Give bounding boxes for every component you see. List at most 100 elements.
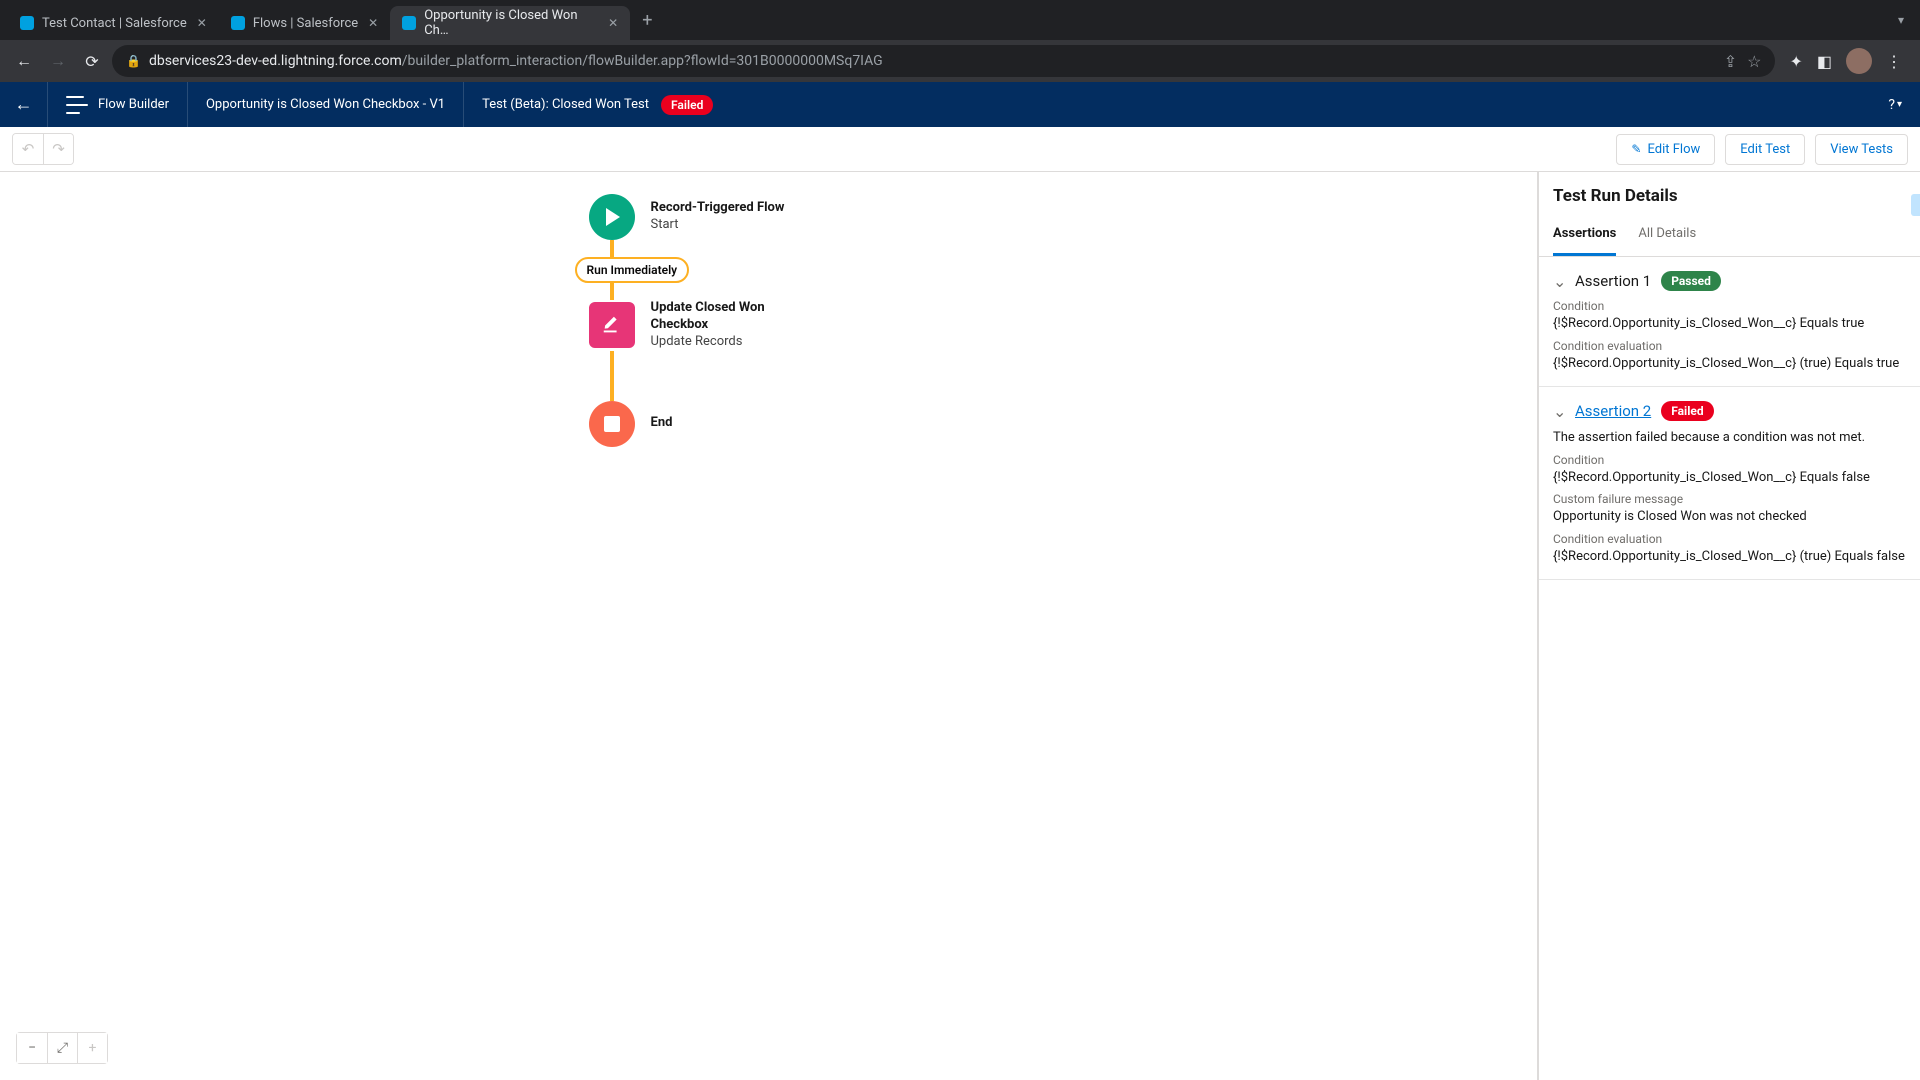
extensions-icon[interactable]: ✦ — [1789, 52, 1802, 71]
run-immediately-badge[interactable]: Run Immediately — [575, 257, 690, 283]
close-icon[interactable]: ✕ — [197, 16, 207, 30]
assertion-2-condition-value: {!$Record.Opportunity_is_Closed_Won__c} … — [1553, 469, 1906, 487]
lock-icon: 🔒 — [126, 54, 141, 68]
browser-tab[interactable]: Flows | Salesforce ✕ — [219, 6, 390, 40]
end-node-title: End — [651, 415, 673, 432]
redo-button[interactable]: ↷ — [43, 134, 73, 164]
close-icon[interactable]: ✕ — [368, 16, 378, 30]
connector — [610, 351, 614, 401]
back-arrow-button[interactable]: ← — [0, 82, 48, 127]
flow-name-crumb[interactable]: Opportunity is Closed Won Checkbox - V1 — [188, 82, 464, 127]
start-node-labels: Record-Triggered Flow Start — [651, 200, 785, 234]
address-bar[interactable]: 🔒 dbservices23-dev-ed.lightning.force.co… — [112, 45, 1775, 77]
assertion-2: ⌄ Assertion 2 Failed The assertion faile… — [1539, 387, 1920, 580]
salesforce-icon — [231, 16, 245, 30]
assertion-2-name[interactable]: Assertion 2 — [1575, 402, 1651, 420]
tab-title: Flows | Salesforce — [253, 16, 358, 31]
flow-name: Opportunity is Closed Won Checkbox - V1 — [206, 97, 445, 112]
toolbar-right: ✎ Edit Flow Edit Test View Tests — [1616, 134, 1908, 165]
close-icon[interactable]: ✕ — [608, 16, 618, 30]
assertion-1-condition-label: Condition — [1553, 299, 1906, 313]
test-details-panel: Test Run Details Assertions All Details … — [1538, 172, 1920, 1080]
pencil-icon: ✎ — [1631, 142, 1641, 156]
edit-test-button[interactable]: Edit Test — [1725, 134, 1805, 165]
toolbar: ↶ ↷ ✎ Edit Flow Edit Test View Tests — [0, 127, 1920, 172]
flow-canvas[interactable]: Record-Triggered Flow Start Run Immediat… — [0, 172, 1538, 1080]
edit-flow-label: Edit Flow — [1647, 142, 1700, 157]
update-node-subtitle: Update Records — [651, 334, 791, 351]
new-tab-button[interactable]: + — [630, 10, 664, 31]
start-node-subtitle: Start — [651, 217, 785, 234]
help-icon: ? — [1888, 97, 1895, 113]
play-icon — [606, 208, 620, 226]
update-records-node[interactable]: Update Closed Won Checkbox Update Record… — [589, 300, 791, 351]
tab-assertions[interactable]: Assertions — [1553, 216, 1616, 256]
zoom-fit-button[interactable]: ⤢ — [47, 1033, 77, 1063]
zoom-in-button[interactable]: + — [77, 1033, 107, 1063]
tab-all-details[interactable]: All Details — [1638, 216, 1696, 256]
url-domain: dbservices23-dev-ed.lightning.force.com — [149, 53, 402, 69]
test-status-badge: Failed — [661, 95, 713, 115]
chevron-down-icon[interactable]: ⌄ — [1553, 272, 1565, 291]
chevron-down-icon[interactable]: ⌄ — [1553, 402, 1565, 421]
assertion-1-name: Assertion 1 — [1575, 272, 1651, 290]
assertion-1-status: Passed — [1661, 271, 1721, 291]
stop-icon — [604, 416, 620, 432]
panel-tabs: Assertions All Details — [1539, 216, 1920, 257]
undo-button[interactable]: ↶ — [13, 134, 43, 164]
reload-button[interactable]: ⟳ — [78, 47, 106, 75]
start-node-circle — [589, 194, 635, 240]
end-node-circle — [589, 401, 635, 447]
edit-test-label: Edit Test — [1740, 142, 1790, 157]
start-node[interactable]: Record-Triggered Flow Start — [589, 194, 791, 240]
update-node-title: Update Closed Won Checkbox — [651, 300, 791, 334]
test-label: Test (Beta): Closed Won Test — [482, 97, 649, 112]
main: Record-Triggered Flow Start Run Immediat… — [0, 172, 1920, 1080]
salesforce-icon — [20, 16, 34, 30]
view-tests-button[interactable]: View Tests — [1815, 134, 1908, 165]
zoom-palette: − ⤢ + — [16, 1032, 108, 1064]
flow-builder-icon — [66, 96, 88, 114]
sidepanel-icon[interactable]: ◧ — [1817, 52, 1832, 71]
profile-avatar[interactable] — [1846, 48, 1872, 74]
address-row: ← → ⟳ 🔒 dbservices23-dev-ed.lightning.fo… — [0, 40, 1920, 82]
chrome-right-icons: ✦ ◧ ⋮ — [1781, 48, 1910, 74]
back-button[interactable]: ← — [10, 47, 38, 75]
tab-title: Opportunity is Closed Won Ch… — [424, 8, 598, 38]
forward-button[interactable]: → — [44, 47, 72, 75]
help-button[interactable]: ? ▾ — [1870, 97, 1920, 113]
connector: Run Immediately — [610, 240, 614, 300]
browser-tab-active[interactable]: Opportunity is Closed Won Ch… ✕ — [390, 6, 630, 40]
assertion-2-custom-value: Opportunity is Closed Won was not checke… — [1553, 508, 1906, 526]
salesforce-icon — [402, 16, 416, 30]
assertion-1-header[interactable]: ⌄ Assertion 1 Passed — [1553, 271, 1906, 291]
panel-collapse-handle[interactable] — [1911, 194, 1920, 216]
tabs-overflow-icon[interactable]: ▾ — [1882, 13, 1920, 27]
test-run-crumb: Test (Beta): Closed Won Test Failed — [464, 82, 731, 127]
undo-redo-group: ↶ ↷ — [12, 133, 74, 165]
end-node-labels: End — [651, 415, 673, 432]
edit-records-icon — [601, 314, 623, 336]
share-icon[interactable]: ⇪ — [1724, 52, 1737, 71]
assertion-1: ⌄ Assertion 1 Passed Condition {!$Record… — [1539, 257, 1920, 387]
tab-title: Test Contact | Salesforce — [42, 16, 187, 31]
edit-flow-button[interactable]: ✎ Edit Flow — [1616, 134, 1715, 165]
assertion-2-condition-label: Condition — [1553, 453, 1906, 467]
chrome-menu-icon[interactable]: ⋮ — [1886, 52, 1902, 71]
tab-strip: Test Contact | Salesforce ✕ Flows | Sale… — [0, 0, 1920, 40]
assertion-2-fail-message: The assertion failed because a condition… — [1553, 429, 1906, 447]
address-right-icons: ⇪ ☆ — [1724, 52, 1762, 71]
assertion-1-eval-label: Condition evaluation — [1553, 339, 1906, 353]
end-node[interactable]: End — [589, 401, 791, 447]
bookmark-icon[interactable]: ☆ — [1747, 52, 1761, 71]
url-path: /builder_platform_interaction/flowBuilde… — [402, 53, 883, 69]
view-tests-label: View Tests — [1830, 142, 1893, 157]
start-node-title: Record-Triggered Flow — [651, 200, 785, 217]
assertion-2-eval-label: Condition evaluation — [1553, 532, 1906, 546]
assertion-2-header[interactable]: ⌄ Assertion 2 Failed — [1553, 401, 1906, 421]
browser-tab[interactable]: Test Contact | Salesforce ✕ — [8, 6, 219, 40]
panel-title: Test Run Details — [1539, 172, 1920, 216]
zoom-out-button[interactable]: − — [17, 1033, 47, 1063]
assertion-1-condition-value: {!$Record.Opportunity_is_Closed_Won__c} … — [1553, 315, 1906, 333]
flow-builder-brand[interactable]: Flow Builder — [48, 82, 188, 127]
